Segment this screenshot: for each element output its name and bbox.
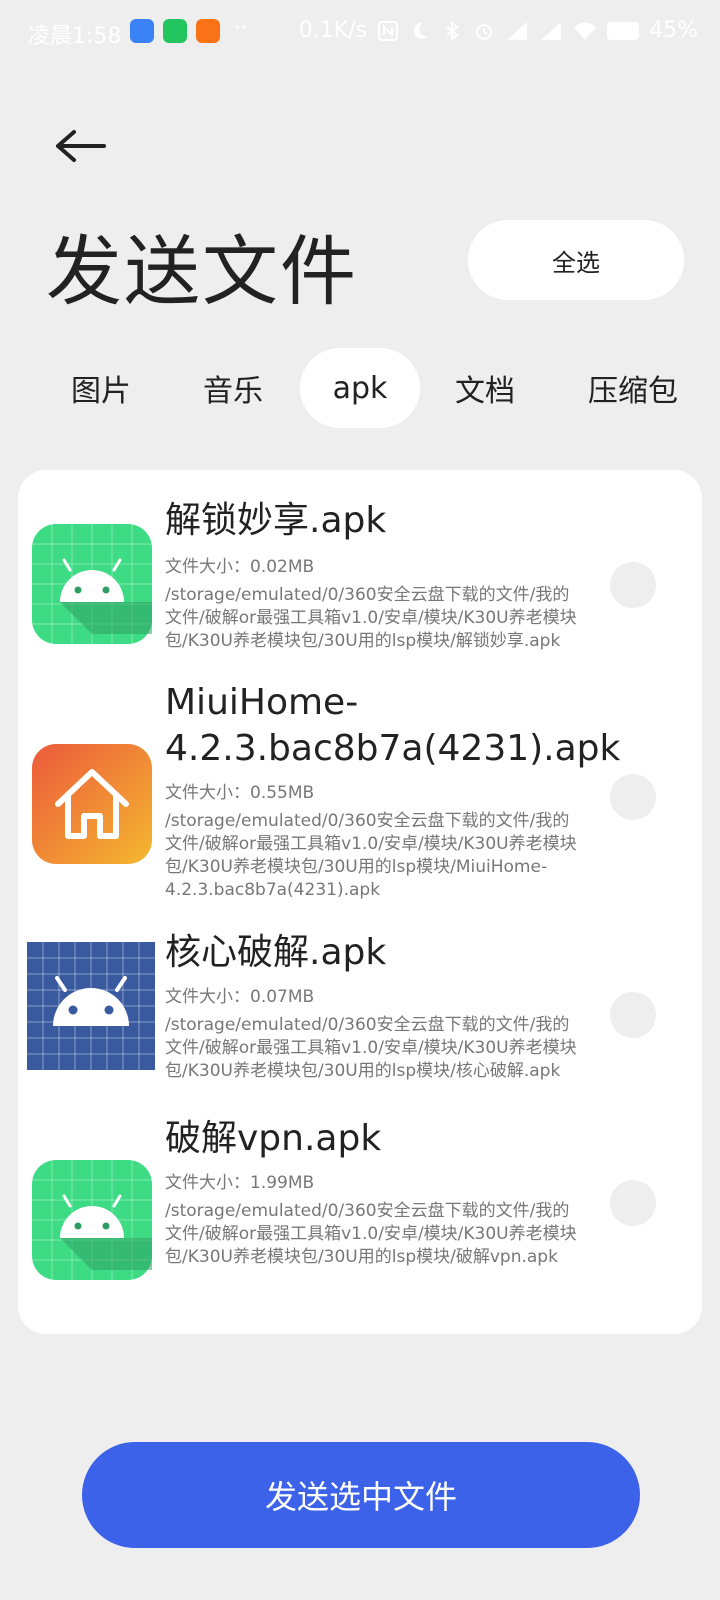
file-type-tabs: 图片 音乐 apk 文档 压缩包 [0,348,720,428]
signal-2-icon [541,21,562,40]
battery-level: 45% [649,18,698,43]
file-size: 文件大小：0.02MB [165,557,315,577]
file-size: 文件大小：0.55MB [165,783,315,803]
file-path: /storage/emulated/0/360安全云盘下载的文件/我的文件/破解… [165,585,577,651]
list-item[interactable]: MiuiHome-4.2.3.bac8b7a(4231).apk 文件大小：0.… [18,682,702,930]
status-time: 凌晨1:58 [28,24,122,49]
page-title: 发送文件 [46,227,358,316]
tab-images[interactable]: 图片 [46,348,156,428]
select-checkbox[interactable] [610,992,656,1038]
list-item[interactable]: 核心破解.apk 文件大小：0.07MB /storage/emulated/0… [18,930,702,1116]
status-icons: 0.1K/s 45% [299,18,698,43]
select-checkbox[interactable] [610,1180,656,1226]
shop-notification-icon [196,19,220,43]
tab-apk[interactable]: apk [300,348,420,428]
file-name: 破解vpn.apk [165,1118,382,1159]
send-selected-files-button[interactable]: 发送选中文件 [82,1442,640,1548]
android-blue-icon [27,942,155,1070]
file-name: 解锁妙享.apk [165,500,387,541]
net-speed: 0.1K/s [298,18,368,43]
tab-documents[interactable]: 文档 [430,348,540,428]
moon-icon [413,22,429,39]
file-path: /storage/emulated/0/360安全云盘下载的文件/我的文件/破解… [165,1201,577,1267]
home-orange-icon [32,744,152,864]
tab-archives[interactable]: 压缩包 [568,348,698,428]
select-checkbox[interactable] [610,774,656,820]
alarm-icon [476,23,493,40]
select-all-button[interactable]: 全选 [468,220,684,300]
list-item[interactable]: 破解vpn.apk 文件大小：1.99MB /storage/emulated/… [18,1116,702,1316]
signal-icon [507,21,528,40]
file-list: 解锁妙享.apk 文件大小：0.02MB /storage/emulated/0… [18,470,702,1334]
android-green-icon [32,1160,152,1280]
wechat-notification-icon [163,19,187,43]
file-name: 核心破解.apk [165,932,387,973]
file-size: 文件大小：0.07MB [165,987,315,1007]
wifi-icon [574,22,597,40]
tab-music[interactable]: 音乐 [178,348,288,428]
file-path: /storage/emulated/0/360安全云盘下载的文件/我的文件/破解… [165,1015,577,1081]
list-item[interactable]: 解锁妙享.apk 文件大小：0.02MB /storage/emulated/0… [18,470,702,692]
app-notification-icon [130,19,154,43]
battery-icon [607,21,640,40]
status-bar: 凌晨1:58 ·· 0.1K/s 45% [0,0,720,64]
file-path: /storage/emulated/0/360安全云盘下载的文件/我的文件/破解… [165,811,577,900]
file-size: 文件大小：1.99MB [165,1173,315,1193]
bluetooth-icon [446,20,459,41]
more-notifications-indicator: ·· [234,16,248,41]
select-checkbox[interactable] [610,562,656,608]
file-name: MiuiHome-4.2.3.bac8b7a(4231).apk [165,682,621,769]
back-arrow-icon[interactable] [50,122,110,170]
android-green-icon [32,524,152,644]
nfc-icon [378,20,399,41]
